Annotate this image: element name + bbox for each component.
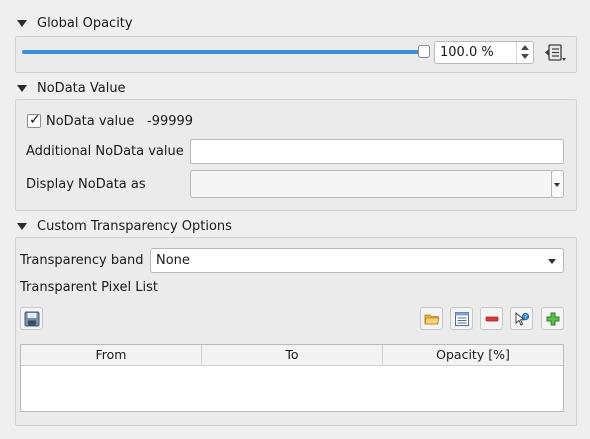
transparency-band-combo[interactable]: None <box>150 248 564 273</box>
checkmark-icon: ✓ <box>29 112 41 128</box>
section-title: Global Opacity <box>37 15 133 31</box>
collapse-caret-icon <box>17 222 27 230</box>
column-header-opacity[interactable]: Opacity [%] <box>383 345 563 365</box>
nodata-color-dropdown[interactable] <box>551 170 564 198</box>
collapse-caret-icon <box>17 84 27 92</box>
section-header-nodata[interactable]: NoData Value <box>17 78 126 98</box>
folder-open-icon <box>424 314 440 325</box>
display-nodata-label: Display NoData as <box>26 177 146 192</box>
collapse-caret-icon <box>17 19 27 27</box>
nodata-checkbox-label[interactable]: NoData value <box>46 114 134 129</box>
column-header-from[interactable]: From <box>21 345 202 365</box>
section-title: Custom Transparency Options <box>37 218 232 234</box>
opacity-value: 100.0 % <box>440 45 494 60</box>
svg-text:?: ? <box>524 314 527 320</box>
section-header-global-opacity[interactable]: Global Opacity <box>17 13 133 33</box>
transparency-band-value: None <box>156 253 190 268</box>
opacity-slider-track[interactable] <box>22 50 426 54</box>
add-icon <box>546 312 560 326</box>
spin-buttons[interactable] <box>516 42 533 63</box>
raster-transparency-panel: Global Opacity 100.0 % NoData Value ✓ No… <box>0 0 590 439</box>
nodata-color-button[interactable] <box>190 170 553 198</box>
column-header-to[interactable]: To <box>202 345 383 365</box>
dropdown-arrow-icon <box>554 183 560 187</box>
data-defined-override-icon <box>545 44 566 61</box>
section-header-custom-transparency[interactable]: Custom Transparency Options <box>17 216 232 236</box>
table-header: From To Opacity [%] <box>21 345 563 366</box>
add-values-from-display-button[interactable]: ? <box>510 307 533 330</box>
transparent-pixel-table[interactable]: From To Opacity [%] <box>20 344 564 412</box>
additional-nodata-input[interactable] <box>190 139 564 164</box>
transparent-pixel-list-label: Transparent Pixel List <box>20 280 159 295</box>
additional-nodata-label: Additional NoData value <box>26 144 184 159</box>
opacity-spinbox[interactable]: 100.0 % <box>434 41 534 64</box>
spin-up-icon[interactable] <box>521 45 529 50</box>
chevron-down-icon <box>548 259 556 264</box>
export-to-file-button[interactable] <box>20 307 43 330</box>
save-icon <box>24 311 40 327</box>
import-from-file-button[interactable] <box>420 307 443 330</box>
transparency-band-label: Transparency band <box>20 253 144 268</box>
section-title: NoData Value <box>37 80 126 96</box>
nodata-value: -99999 <box>147 114 194 129</box>
opacity-slider-handle[interactable] <box>418 45 430 58</box>
default-values-button[interactable] <box>450 307 473 330</box>
table-defaults-icon <box>455 312 469 326</box>
remove-entry-button[interactable] <box>480 307 503 330</box>
spin-down-icon[interactable] <box>521 54 529 59</box>
nodata-checkbox[interactable]: ✓ <box>27 112 41 128</box>
pick-from-display-icon: ? <box>515 312 530 326</box>
remove-icon <box>485 316 499 322</box>
add-entry-button[interactable] <box>541 307 564 330</box>
data-defined-override-button[interactable] <box>542 42 568 64</box>
